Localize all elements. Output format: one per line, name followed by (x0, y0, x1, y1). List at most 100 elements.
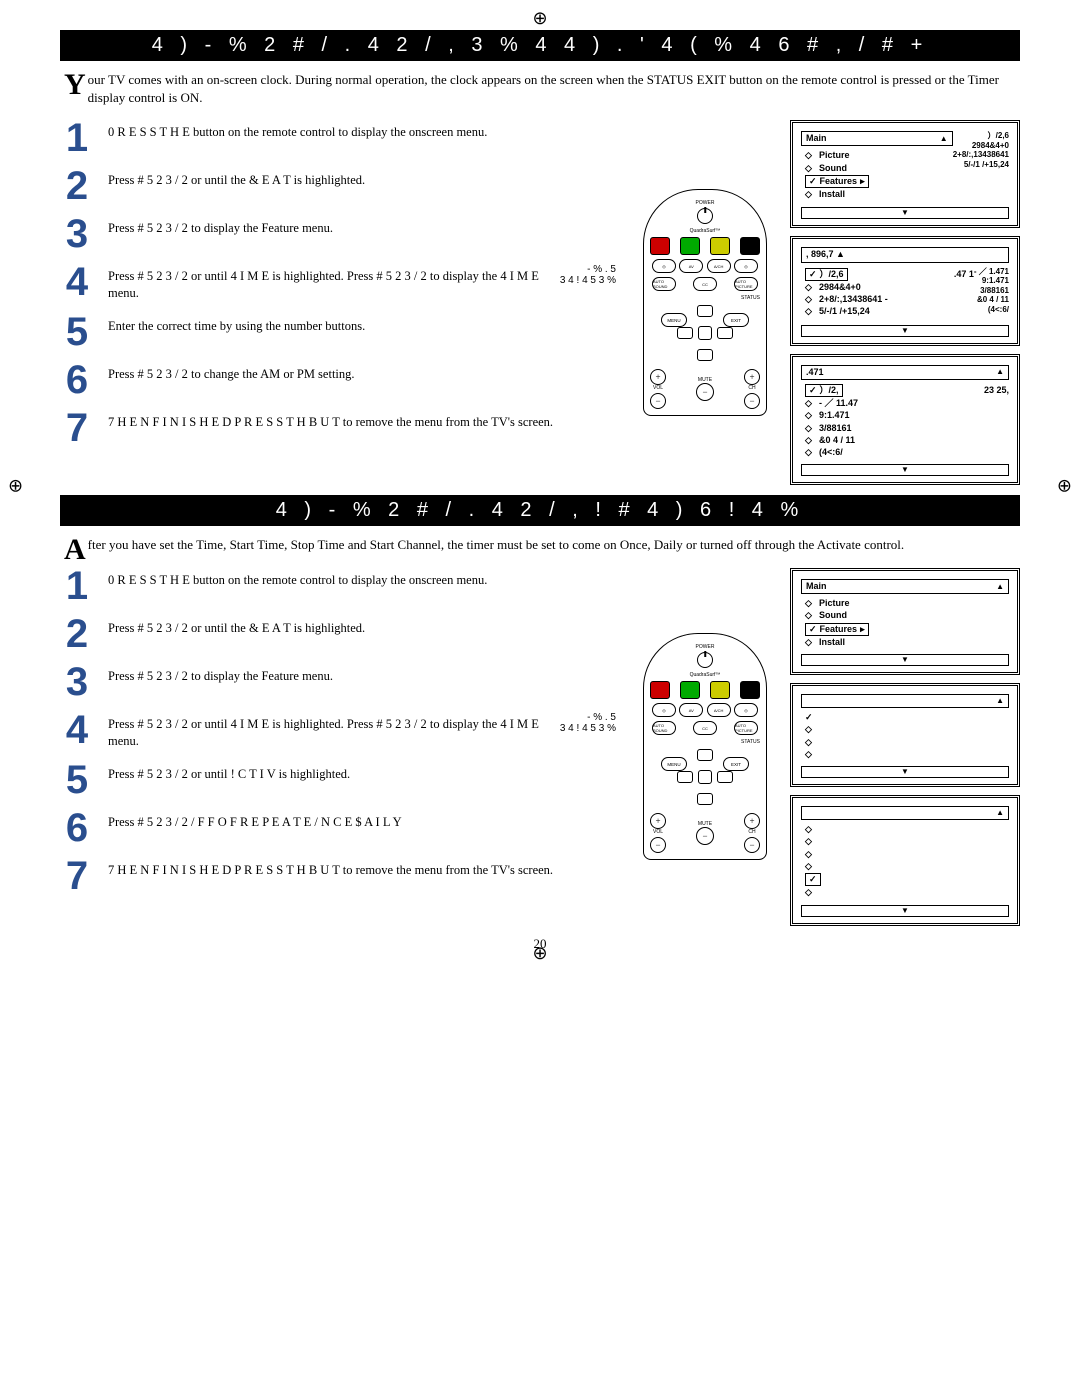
osd-title: Main (806, 133, 827, 144)
osd-right-text: 5/-/1 /+15,24 (953, 160, 1009, 170)
osd-menu-blank-a: ▲ ✓ ◇ ◇ ◇ ▼ (790, 683, 1020, 787)
step-text: 0 R E S S T H E button on the remote con… (108, 568, 487, 589)
cursor-up-icon (697, 305, 713, 317)
power-icon (697, 208, 713, 224)
vol-down-icon: − (650, 837, 666, 853)
step-number: 2 (60, 168, 94, 204)
cursor-left-icon (677, 771, 693, 783)
osd-item-selected: Features (820, 176, 858, 187)
status-label: STATUS (650, 739, 760, 745)
osd-main-menu: Main▲ ◇Picture ◇Sound ✓Features▸ ◇Instal… (790, 568, 1020, 675)
auto-picture-button: AUTO PICTURE (734, 277, 758, 291)
cursor-right-icon (717, 771, 733, 783)
quadrasurf-label: QuadraSurf™ (650, 228, 760, 234)
step-number: 4 (60, 264, 94, 300)
osd-item: Picture (819, 598, 850, 609)
dropcap: Y (64, 71, 88, 98)
osd-item-selected: ）/2, (820, 385, 839, 396)
callout-label: - % . 5 3 4 ! 4 5 3 % (560, 264, 620, 286)
cc-button: CC (693, 721, 717, 735)
osd-footer: ▼ (801, 207, 1009, 219)
mute-label: MUTE (696, 377, 714, 383)
osd-item: Install (819, 189, 845, 200)
osd-column-2: Main▲ ◇Picture ◇Sound ✓Features▸ ◇Instal… (790, 568, 1020, 926)
osd-main-menu: Main▲ ◇Picture ◇Sound ✓Features▸ ◇Instal… (790, 120, 1020, 228)
vol-label: VOL (653, 829, 663, 835)
color-button-black (740, 681, 760, 699)
osd-feature-menu: , 896,7 ▲ ✓）/2,6.47 1 ◇2984&4+0 ◇2+8/:,1… (790, 236, 1020, 345)
step-text: 0 R E S S T H E button on the remote con… (108, 120, 487, 141)
osd-title: , 896,7 ▲ (806, 249, 845, 260)
mute-icon: − (696, 827, 714, 845)
osd-item: 3/88161 (819, 423, 852, 434)
ach-button: A/CH (707, 259, 731, 273)
spiral-button: ◎ (734, 703, 758, 717)
ch-down-icon: − (744, 837, 760, 853)
osd-menu-blank-b: ▲ ◇ ◇ ◇ ◇ ✓ ◇ ▼ (790, 795, 1020, 926)
osd-footer: ▼ (801, 905, 1009, 917)
cursor-down-icon (697, 793, 713, 805)
section-heading-1: 4 ) - % 2 # / . 4 2 / , 3 % 4 4 ) . ' 4 … (60, 30, 1020, 61)
auto-sound-button: AUTO SOUND (652, 721, 676, 735)
step-number: 6 (60, 810, 94, 846)
nav-ring: MENU EXIT (665, 749, 745, 809)
step-number: 4 (60, 712, 94, 748)
step-number: 3 (60, 216, 94, 252)
quadrasurf-label: QuadraSurf™ (650, 672, 760, 678)
vol-up-icon: + (650, 813, 666, 829)
osd-right-text: ）/2,6 (953, 131, 1009, 141)
osd-item: Install (819, 637, 845, 648)
spiral-button: ◎ (652, 259, 676, 273)
step-number: 7 (60, 858, 94, 894)
av-button: AV (679, 259, 703, 273)
up-arrow-icon: ▲ (996, 808, 1004, 818)
step-number: 1 (60, 120, 94, 156)
ch-up-icon: + (744, 813, 760, 829)
color-button-green (680, 237, 700, 255)
osd-item-selected: ）/2,6 (820, 269, 844, 280)
step-text: Press # 5 2 3 / 2 or until 4 I M E is hi… (108, 712, 546, 750)
registration-mark: ⊕ (532, 943, 547, 964)
color-button-red (650, 237, 670, 255)
mute-icon: − (696, 383, 714, 401)
vol-up-icon: + (650, 369, 666, 385)
osd-title: .471 (806, 367, 824, 378)
osd-timer-menu: .471▲ ✓）/2,23 25, ◇- ／ 11.47 ◇9:1.471 ◇3… (790, 354, 1020, 486)
cursor-left-icon (677, 327, 693, 339)
cursor-center-icon (698, 770, 712, 784)
osd-item: 5/-/1 /+15,24 (819, 306, 870, 317)
osd-right-text: - ／ 1.471 (974, 267, 1009, 277)
osd-item: Picture (819, 150, 850, 161)
av-button: AV (679, 703, 703, 717)
step-text: Press # 5 2 3 / 2 or until the & E A T i… (108, 616, 365, 637)
ch-up-icon: + (744, 369, 760, 385)
osd-item: &0 4 / 11 (819, 435, 855, 446)
osd-right-text: 2984&4+0 (953, 141, 1009, 151)
step-text: Press # 5 2 3 / 2 or until ! C T I V is … (108, 762, 350, 783)
step-number: 7 (60, 410, 94, 446)
osd-footer: ▼ (801, 464, 1009, 476)
ch-label: CH (748, 385, 755, 391)
steps-section-1: 1 0 R E S S T H E button on the remote c… (60, 120, 620, 485)
color-button-yellow (710, 237, 730, 255)
step-number: 3 (60, 664, 94, 700)
osd-item: 2+8/:,13438641 - (819, 294, 888, 305)
remote-illustration: POWER QuadraSurf™ ◎ AV A/CH ◎ AUTO SOUND (630, 568, 780, 926)
osd-item: Sound (819, 163, 847, 174)
ach-button: A/CH (707, 703, 731, 717)
up-arrow-icon: ▲ (996, 582, 1004, 592)
ch-down-icon: − (744, 393, 760, 409)
up-arrow-icon: ▲ (996, 367, 1004, 377)
osd-item-value: .47 1 (954, 269, 974, 280)
color-button-red (650, 681, 670, 699)
cursor-up-icon (697, 749, 713, 761)
osd-right-text: 3/88161 (974, 286, 1009, 296)
osd-item-selected: Features (820, 624, 858, 635)
osd-right-text: (4<:6/ (974, 305, 1009, 315)
step-text: Enter the correct time by using the numb… (108, 314, 365, 335)
status-label: STATUS (650, 295, 760, 301)
step-text: Press # 5 2 3 / 2 to change the AM or PM… (108, 362, 355, 383)
osd-right-text: 9:1.471 (974, 276, 1009, 286)
registration-mark: ⊕ (532, 8, 547, 29)
intro-text: our TV comes with an on-screen clock. Du… (88, 72, 999, 105)
